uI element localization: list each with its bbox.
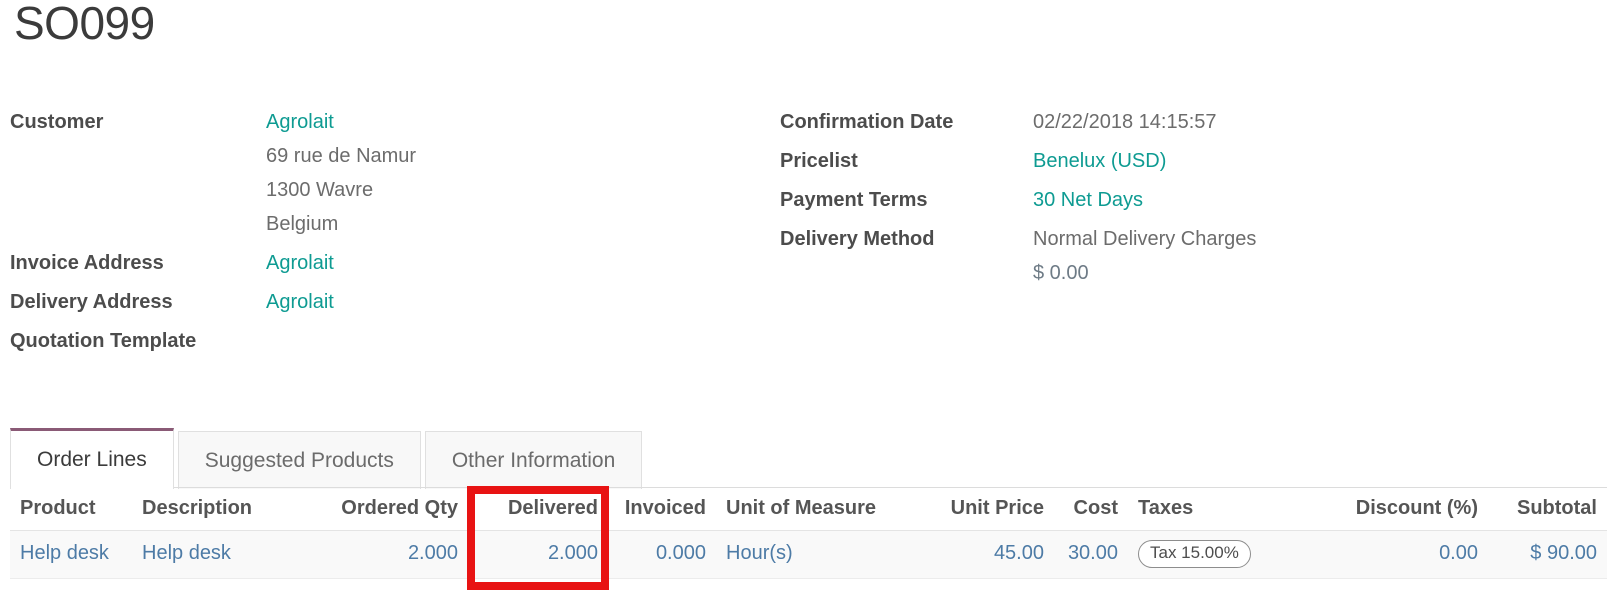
column-header-taxes[interactable]: Taxes bbox=[1128, 489, 1328, 531]
invoice-address-link[interactable]: Agrolait bbox=[266, 246, 770, 280]
field-row-invoice-address: Invoice Address Agrolait bbox=[10, 246, 770, 280]
tab-suggested-products[interactable]: Suggested Products bbox=[178, 431, 421, 489]
column-header-unit-of-measure[interactable]: Unit of Measure bbox=[716, 489, 934, 531]
delivery-method-value: Normal Delivery Charges bbox=[1033, 222, 1600, 256]
field-label-delivery-method: Delivery Method bbox=[780, 222, 1033, 256]
field-value-invoice-address: Agrolait bbox=[266, 246, 770, 280]
tax-badge: Tax 15.00% bbox=[1138, 540, 1251, 568]
delivery-address-link[interactable]: Agrolait bbox=[266, 285, 770, 319]
field-row-delivery-method: Delivery Method Normal Delivery Charges … bbox=[780, 222, 1600, 290]
tab-order-lines[interactable]: Order Lines bbox=[10, 428, 174, 489]
table-header-row: Product Description Ordered Qty Delivere… bbox=[10, 489, 1607, 531]
field-label-invoice-address: Invoice Address bbox=[10, 246, 266, 280]
customer-name-link[interactable]: Agrolait bbox=[266, 105, 770, 139]
field-row-payment-terms: Payment Terms 30 Net Days bbox=[780, 183, 1600, 217]
column-header-product[interactable]: Product bbox=[10, 489, 132, 531]
customer-address-street: 69 rue de Namur bbox=[266, 139, 770, 173]
payment-terms-link[interactable]: 30 Net Days bbox=[1033, 183, 1600, 217]
cell-discount[interactable]: 0.00 bbox=[1328, 531, 1488, 579]
field-label-confirmation-date: Confirmation Date bbox=[780, 105, 1033, 139]
cell-unit-of-measure[interactable]: Hour(s) bbox=[716, 531, 934, 579]
tab-order-lines-label: Order Lines bbox=[37, 448, 147, 472]
page-title: SO099 bbox=[14, 0, 155, 54]
column-header-cost[interactable]: Cost bbox=[1054, 489, 1128, 531]
customer-address-city: 1300 Wavre bbox=[266, 173, 770, 207]
field-label-quotation-template: Quotation Template bbox=[10, 324, 266, 358]
order-form-fields: Customer Agrolait 69 rue de Namur 1300 W… bbox=[0, 105, 1617, 365]
cell-description[interactable]: Help desk bbox=[132, 531, 292, 579]
field-value-payment-terms: 30 Net Days bbox=[1033, 183, 1600, 217]
field-value-pricelist: Benelux (USD) bbox=[1033, 144, 1600, 178]
column-header-delivered[interactable]: Delivered bbox=[468, 489, 608, 531]
table-row[interactable]: Help desk Help desk 2.000 2.000 0.000 Ho… bbox=[10, 531, 1607, 579]
tab-other-information[interactable]: Other Information bbox=[425, 431, 642, 489]
cell-product[interactable]: Help desk bbox=[10, 531, 132, 579]
notebook-tabs: Order Lines Suggested Products Other Inf… bbox=[10, 414, 1607, 489]
tab-other-information-label: Other Information bbox=[452, 449, 615, 473]
customer-address-country: Belgium bbox=[266, 207, 770, 241]
cell-invoiced[interactable]: 0.000 bbox=[608, 531, 716, 579]
cell-delivered[interactable]: 2.000 bbox=[468, 531, 608, 579]
order-lines-table: Product Description Ordered Qty Delivere… bbox=[10, 489, 1607, 579]
column-header-discount[interactable]: Discount (%) bbox=[1328, 489, 1488, 531]
column-header-subtotal[interactable]: Subtotal bbox=[1488, 489, 1607, 531]
field-label-customer: Customer bbox=[10, 105, 266, 139]
field-value-customer: Agrolait 69 rue de Namur 1300 Wavre Belg… bbox=[266, 105, 770, 241]
cell-taxes[interactable]: Tax 15.00% bbox=[1128, 531, 1328, 579]
column-header-ordered-qty[interactable]: Ordered Qty bbox=[292, 489, 468, 531]
form-column-left: Customer Agrolait 69 rue de Namur 1300 W… bbox=[10, 105, 770, 363]
field-label-pricelist: Pricelist bbox=[780, 144, 1033, 178]
pricelist-link[interactable]: Benelux (USD) bbox=[1033, 144, 1600, 178]
field-row-confirmation-date: Confirmation Date 02/22/2018 14:15:57 bbox=[780, 105, 1600, 139]
column-header-description[interactable]: Description bbox=[132, 489, 292, 531]
field-value-confirmation-date: 02/22/2018 14:15:57 bbox=[1033, 105, 1600, 139]
field-row-delivery-address: Delivery Address Agrolait bbox=[10, 285, 770, 319]
tab-strip-underline bbox=[10, 487, 1607, 488]
field-row-quotation-template: Quotation Template bbox=[10, 324, 770, 358]
form-column-right: Confirmation Date 02/22/2018 14:15:57 Pr… bbox=[780, 105, 1600, 295]
field-value-delivery-address: Agrolait bbox=[266, 285, 770, 319]
cell-ordered-qty[interactable]: 2.000 bbox=[292, 531, 468, 579]
column-header-invoiced[interactable]: Invoiced bbox=[608, 489, 716, 531]
confirmation-date-value: 02/22/2018 14:15:57 bbox=[1033, 105, 1600, 139]
tab-suggested-products-label: Suggested Products bbox=[205, 449, 394, 473]
cell-cost[interactable]: 30.00 bbox=[1054, 531, 1128, 579]
cell-unit-price[interactable]: 45.00 bbox=[934, 531, 1054, 579]
field-row-pricelist: Pricelist Benelux (USD) bbox=[780, 144, 1600, 178]
delivery-method-price: $ 0.00 bbox=[1033, 256, 1600, 290]
field-label-delivery-address: Delivery Address bbox=[10, 285, 266, 319]
tab-strip: Order Lines Suggested Products Other Inf… bbox=[10, 414, 1607, 488]
cell-subtotal[interactable]: $ 90.00 bbox=[1488, 531, 1607, 579]
field-row-customer: Customer Agrolait 69 rue de Namur 1300 W… bbox=[10, 105, 770, 241]
field-value-delivery-method: Normal Delivery Charges $ 0.00 bbox=[1033, 222, 1600, 290]
column-header-unit-price[interactable]: Unit Price bbox=[934, 489, 1054, 531]
field-label-payment-terms: Payment Terms bbox=[780, 183, 1033, 217]
